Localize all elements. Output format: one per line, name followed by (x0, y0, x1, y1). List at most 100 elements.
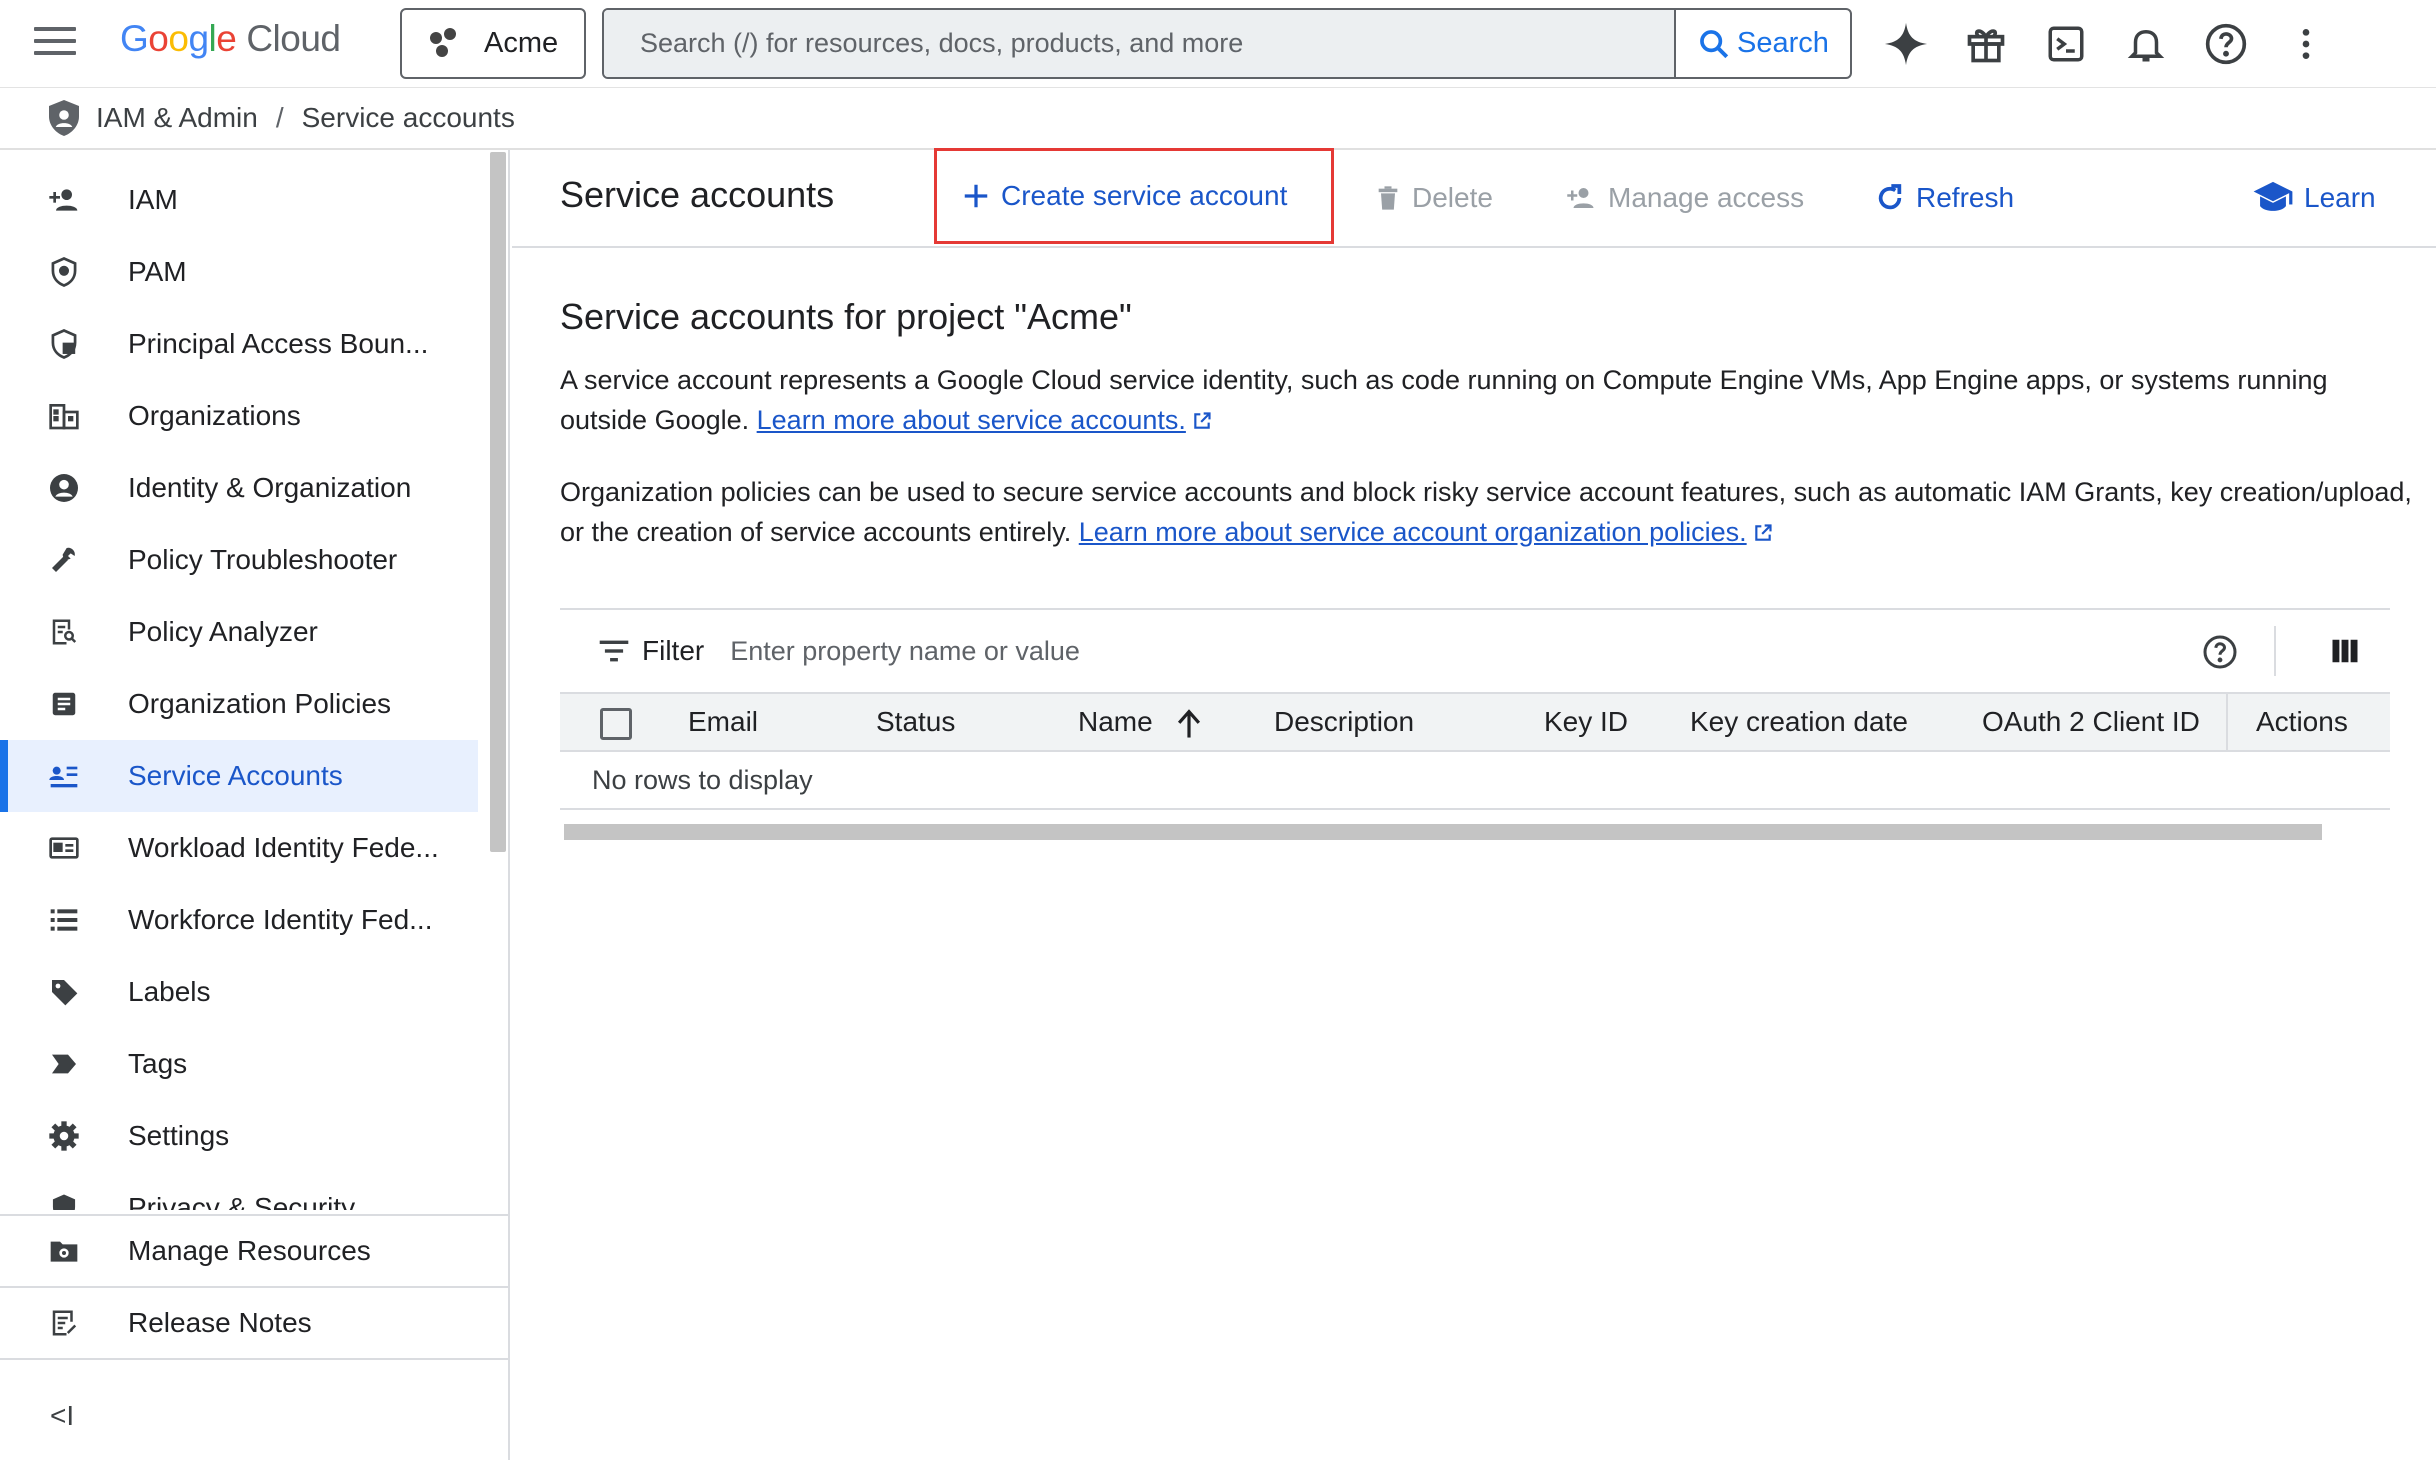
sidebar-item-policy-analyzer[interactable]: Policy Analyzer (0, 596, 478, 668)
toolbar-divider (2274, 626, 2276, 676)
id-card-icon (48, 832, 80, 864)
person-add-icon (1567, 188, 1594, 208)
sidebar-item-privacy-security[interactable]: Privacy & Security (0, 1172, 478, 1210)
trash-icon (1378, 186, 1398, 210)
project-name: Acme (484, 27, 559, 59)
sidebar: IAM PAM Principal Access Boun... Organiz… (0, 150, 510, 1460)
section-heading: Service accounts for project "Acme" (560, 296, 1132, 337)
manage-access-button[interactable]: Manage access (1564, 150, 1804, 246)
org-policy-paragraph: Organization policies can be used to sec… (560, 477, 2412, 547)
column-key-creation-date[interactable]: Key creation date (1690, 706, 1908, 738)
project-picker-button[interactable]: Acme (400, 8, 586, 79)
external-link-icon (1754, 524, 1772, 541)
cloud-shell-icon[interactable] (2040, 18, 2092, 70)
notes-icon (48, 1307, 80, 1339)
search-input[interactable]: Search (/) for resources, docs, products… (604, 10, 1674, 77)
collapse-sidebar-button[interactable]: <I (50, 1400, 74, 1432)
school-icon (2253, 181, 2293, 211)
breadcrumb: IAM & Admin / Service accounts (0, 88, 2436, 150)
filter-input[interactable]: Enter property name or value (730, 636, 1080, 667)
create-service-account-button[interactable]: Create service account (934, 148, 1334, 244)
filter-label: Filter (642, 635, 705, 666)
page-toolbar: Service accounts Create service account … (512, 148, 2436, 248)
delete-button[interactable]: Delete (1374, 150, 1493, 246)
iam-shield-icon (49, 100, 79, 136)
learn-button[interactable]: Learn (2252, 150, 2376, 246)
account-circle-icon (48, 472, 80, 504)
main-content: Service accounts Create service account … (512, 148, 2436, 1460)
column-key-id[interactable]: Key ID (1544, 706, 1628, 738)
shield-icon (48, 256, 80, 288)
more-vert-icon[interactable] (2280, 18, 2332, 70)
column-email[interactable]: Email (688, 706, 758, 738)
main-menu-icon[interactable] (34, 27, 76, 59)
column-display-options-icon[interactable] (2330, 636, 2360, 666)
shield-lock-icon (48, 328, 80, 360)
external-link-icon (1194, 412, 1211, 429)
column-name[interactable]: Name (1078, 706, 1153, 738)
table-header: Email Status Name Description Key ID Key… (560, 692, 2390, 752)
sidebar-scrollbar[interactable] (490, 152, 506, 852)
table-horizontal-scrollbar[interactable] (564, 824, 2322, 840)
sidebar-item-service-accounts[interactable]: Service Accounts (0, 740, 478, 812)
sidebar-item-settings[interactable]: Settings (0, 1100, 478, 1172)
sidebar-item-tags[interactable]: Tags (0, 1028, 478, 1100)
doc-search-icon (48, 616, 80, 648)
filter-icon (599, 640, 629, 662)
plus-icon (964, 184, 988, 208)
label-icon (48, 976, 80, 1008)
folder-gear-icon (48, 1235, 80, 1267)
column-actions: Actions (2256, 706, 2348, 737)
gift-icon[interactable] (1960, 18, 2012, 70)
select-all-checkbox[interactable] (600, 708, 632, 740)
building-icon (48, 400, 80, 432)
notifications-icon[interactable] (2120, 18, 2172, 70)
sidebar-item-identity-organization[interactable]: Identity & Organization (0, 452, 478, 524)
policy-doc-icon (48, 688, 80, 720)
help-icon[interactable] (2202, 634, 2238, 670)
breadcrumb-current: Service accounts (301, 102, 515, 133)
person-add-icon (48, 184, 80, 216)
sidebar-item-workload-identity[interactable]: Workload Identity Fede... (0, 812, 478, 884)
learn-more-org-policies-link[interactable]: Learn more about service account organiz… (1079, 517, 1747, 547)
description-paragraph: A service account represents a Google Cl… (560, 365, 2328, 435)
tag-icon (48, 1048, 80, 1080)
sidebar-item-organization-policies[interactable]: Organization Policies (0, 668, 478, 740)
help-icon[interactable] (2200, 18, 2252, 70)
search-button[interactable]: Search (1674, 10, 1850, 77)
gear-icon (48, 1120, 80, 1152)
sidebar-item-pam[interactable]: PAM (0, 236, 478, 308)
breadcrumb-iam-admin[interactable]: IAM & Admin (96, 102, 258, 134)
column-oauth-client-id[interactable]: OAuth 2 Client ID (1982, 706, 2200, 738)
google-cloud-logo[interactable]: Google Cloud (120, 18, 341, 68)
service-accounts-table: Filter Enter property name or value Emai… (560, 608, 2390, 840)
list-icon (48, 904, 80, 936)
sidebar-item-iam[interactable]: IAM (0, 164, 478, 236)
column-divider (2226, 694, 2228, 752)
column-description[interactable]: Description (1274, 706, 1414, 738)
gemini-sparkle-icon[interactable] (1880, 18, 1932, 70)
search-bar: Search (/) for resources, docs, products… (602, 8, 1852, 79)
refresh-button[interactable]: Refresh (1874, 150, 2014, 246)
sidebar-item-principal-access-boundary[interactable]: Principal Access Boun... (0, 308, 478, 380)
sidebar-item-organizations[interactable]: Organizations (0, 380, 478, 452)
sidebar-item-release-notes[interactable]: Release Notes (0, 1286, 508, 1358)
filter-bar: Filter Enter property name or value (560, 608, 2390, 692)
sidebar-item-labels[interactable]: Labels (0, 956, 478, 1028)
breadcrumb-separator: / (275, 102, 284, 133)
sidebar-item-workforce-identity[interactable]: Workforce Identity Fed... (0, 884, 478, 956)
privacy-shield-icon (48, 1192, 80, 1210)
refresh-icon (1878, 184, 1902, 210)
search-icon (1700, 29, 1729, 58)
project-icon (430, 27, 462, 60)
empty-table-message: No rows to display (560, 752, 2390, 810)
sidebar-item-policy-troubleshooter[interactable]: Policy Troubleshooter (0, 524, 478, 596)
page-title: Service accounts (560, 174, 835, 215)
sidebar-nav: IAM PAM Principal Access Boun... Organiz… (0, 150, 478, 1210)
sort-ascending-icon[interactable] (1174, 708, 1204, 740)
column-status[interactable]: Status (876, 706, 955, 738)
sidebar-item-manage-resources[interactable]: Manage Resources (0, 1214, 508, 1286)
wrench-icon (48, 544, 80, 576)
service-account-icon (48, 760, 80, 792)
learn-more-service-accounts-link[interactable]: Learn more about service accounts. (757, 405, 1186, 435)
